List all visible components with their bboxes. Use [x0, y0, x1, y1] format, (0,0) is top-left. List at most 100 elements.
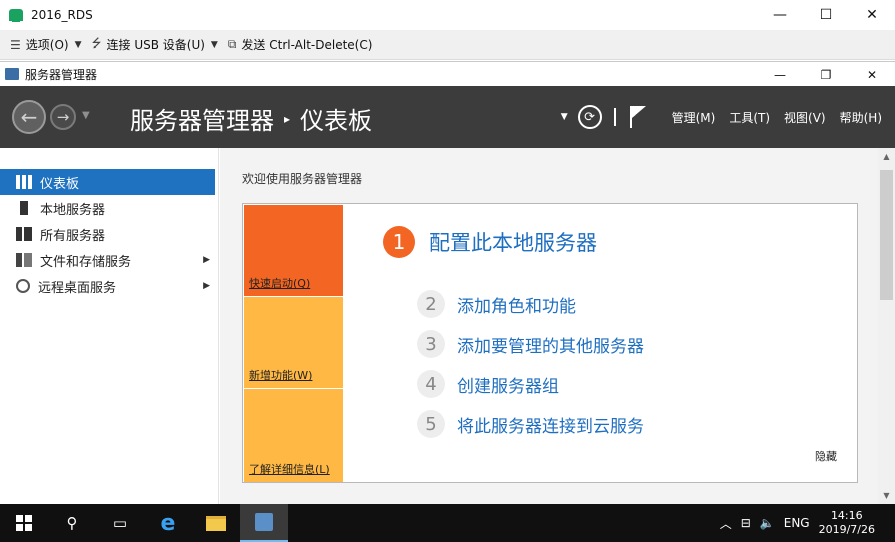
- windows-logo-icon: [16, 515, 32, 531]
- dashboard-content: 欢迎使用服务器管理器 快速启动(Q) 新增功能(W) 了解详细信息(L) 1 配…: [220, 148, 878, 504]
- taskbar: ⚲ ▭ e ︿ ⊟ 🔈 ENG 14:16 2019/7/26: [0, 504, 895, 542]
- notification-flag-icon[interactable]: [629, 106, 648, 128]
- whats-new-tab[interactable]: 新增功能(W): [244, 297, 343, 388]
- clock[interactable]: 14:16 2019/7/26: [819, 509, 875, 537]
- server-manager-icon: [5, 68, 19, 80]
- send-cad-button[interactable]: ⧉ 发送 Ctrl-Alt-Delete(C): [228, 36, 373, 53]
- vertical-scrollbar[interactable]: ▲ ▼: [878, 148, 895, 504]
- tab-label: 新增功能(W): [249, 369, 313, 382]
- sidebar: 仪表板 本地服务器 所有服务器 文件和存储服务 ▶ 远程桌面服务 ▶: [0, 148, 219, 504]
- sidebar-item-remote-desktop[interactable]: 远程桌面服务 ▶: [0, 273, 218, 299]
- sidebar-item-local-server[interactable]: 本地服务器: [0, 195, 218, 221]
- welcome-heading: 欢迎使用服务器管理器: [242, 172, 363, 186]
- storage-icon: [16, 253, 32, 267]
- ie-button[interactable]: e: [144, 504, 192, 542]
- chevron-right-icon[interactable]: ▶: [203, 255, 210, 265]
- header-divider: [613, 108, 616, 126]
- server-manager-icon: [255, 513, 273, 531]
- vm-window-controls: — ☐ ✕: [757, 0, 895, 30]
- sidebar-item-dashboard[interactable]: 仪表板: [0, 169, 215, 195]
- header-actions: ▼ ⟳ 管理(M) 工具(T) 视图(V) 帮助(H): [561, 86, 895, 148]
- step-connect-cloud[interactable]: 5 将此服务器连接到云服务: [417, 410, 644, 438]
- server-manager-taskbar-button[interactable]: [240, 504, 288, 542]
- step-number: 5: [417, 410, 445, 438]
- quick-start-tab[interactable]: 快速启动(Q): [244, 205, 343, 296]
- chevron-right-icon[interactable]: ▶: [203, 281, 210, 291]
- options-menu[interactable]: ☰ 选项(O) ▼: [10, 36, 82, 53]
- language-indicator[interactable]: ENG: [784, 516, 810, 530]
- dropdown-arrow-icon[interactable]: ▼: [561, 112, 568, 122]
- search-button[interactable]: ⚲: [48, 504, 96, 542]
- options-label: 选项(O): [25, 38, 69, 52]
- sidebar-item-label: 仪表板: [40, 176, 80, 192]
- usb-menu[interactable]: ⭍ 连接 USB 设备(U) ▼: [92, 34, 218, 55]
- breadcrumb: 服务器管理器 ▸ 仪表板: [130, 101, 372, 136]
- hide-link[interactable]: 隐藏: [815, 448, 837, 464]
- minimize-button[interactable]: —: [757, 62, 803, 87]
- step-link[interactable]: 添加要管理的其他服务器: [457, 332, 644, 357]
- close-button[interactable]: ✕: [849, 62, 895, 87]
- menu-help[interactable]: 帮助(H): [840, 109, 882, 126]
- scroll-thumb[interactable]: [880, 170, 893, 300]
- minimize-button[interactable]: —: [757, 0, 803, 30]
- step-add-servers[interactable]: 3 添加要管理的其他服务器: [417, 330, 644, 358]
- step-link[interactable]: 将此服务器连接到云服务: [457, 412, 644, 437]
- step-configure-local-server[interactable]: 1 配置此本地服务器: [383, 226, 597, 258]
- step-number: 2: [417, 290, 445, 318]
- close-button[interactable]: ✕: [849, 0, 895, 30]
- scroll-up-icon[interactable]: ▲: [878, 148, 895, 165]
- vm-title-bar: 2016_RDS — ☐ ✕: [0, 0, 895, 30]
- hamburger-icon: ☰: [10, 37, 21, 52]
- sidebar-item-all-servers[interactable]: 所有服务器: [0, 221, 218, 247]
- back-button[interactable]: ←: [12, 100, 46, 134]
- maximize-button[interactable]: ☐: [803, 0, 849, 30]
- tab-label: 快速启动(Q): [249, 277, 311, 290]
- servers-icon: [16, 227, 32, 241]
- step-link[interactable]: 添加角色和功能: [457, 292, 576, 317]
- vm-toolbar: ☰ 选项(O) ▼ ⭍ 连接 USB 设备(U) ▼ ⧉ 发送 Ctrl-Alt…: [0, 30, 895, 60]
- usb-icon: ⭍: [91, 36, 102, 50]
- remote-desktop-icon: [16, 279, 30, 293]
- step-number: 1: [383, 226, 415, 258]
- clock-time: 14:16: [830, 509, 863, 522]
- learn-more-tab[interactable]: 了解详细信息(L): [244, 389, 343, 482]
- folder-icon: [206, 515, 226, 531]
- clock-date: 2019/7/26: [818, 523, 875, 536]
- step-add-roles[interactable]: 2 添加角色和功能: [417, 290, 576, 318]
- menu-tools[interactable]: 工具(T): [729, 109, 770, 126]
- sidebar-item-label: 本地服务器: [40, 202, 106, 218]
- volume-icon[interactable]: 🔈: [760, 516, 775, 530]
- step-create-group[interactable]: 4 创建服务器组: [417, 370, 559, 398]
- task-view-button[interactable]: ▭: [96, 504, 144, 542]
- menu-manage[interactable]: 管理(M): [672, 109, 716, 126]
- explorer-button[interactable]: [192, 504, 240, 542]
- server-icon: [20, 201, 28, 215]
- breadcrumb-separator-icon: ▸: [284, 111, 291, 126]
- history-dropdown-icon[interactable]: ▼: [82, 110, 90, 121]
- sm-window-controls: — ❐ ✕: [757, 62, 895, 87]
- arrow-left-icon: ←: [20, 105, 38, 129]
- sidebar-item-label: 文件和存储服务: [40, 254, 132, 270]
- server-manager-title-bar: 服务器管理器 — ❐ ✕: [0, 61, 895, 86]
- network-icon: ⧉: [227, 37, 237, 51]
- step-link[interactable]: 配置此本地服务器: [429, 227, 597, 257]
- menu-view[interactable]: 视图(V): [784, 109, 826, 126]
- start-button[interactable]: [0, 504, 48, 542]
- vm-app-icon: [9, 9, 23, 22]
- scroll-down-icon[interactable]: ▼: [878, 487, 895, 504]
- sidebar-item-file-storage[interactable]: 文件和存储服务 ▶: [0, 247, 218, 273]
- welcome-tile: 快速启动(Q) 新增功能(W) 了解详细信息(L) 1 配置此本地服务器 2 添…: [242, 203, 858, 483]
- network-icon[interactable]: ⊟: [741, 516, 751, 530]
- chevron-up-icon[interactable]: ︿: [720, 515, 732, 532]
- restore-button[interactable]: ❐: [803, 62, 849, 87]
- refresh-icon[interactable]: ⟳: [577, 105, 602, 129]
- search-icon: ⚲: [66, 514, 78, 532]
- vm-window-title: 2016_RDS: [31, 8, 93, 22]
- arrow-right-icon: →: [56, 108, 70, 126]
- step-link[interactable]: 创建服务器组: [457, 372, 559, 397]
- sidebar-item-label: 远程桌面服务: [38, 280, 117, 296]
- forward-button[interactable]: →: [50, 104, 76, 130]
- usb-label: 连接 USB 设备(U): [106, 38, 205, 52]
- page-title: 仪表板: [300, 107, 373, 135]
- server-manager-window-title: 服务器管理器: [25, 67, 98, 82]
